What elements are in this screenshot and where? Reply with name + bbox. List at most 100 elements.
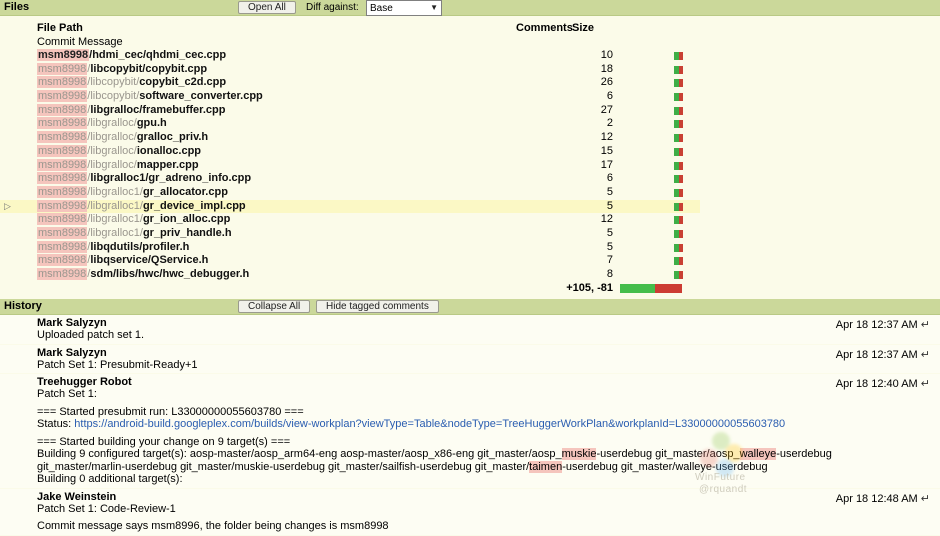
file-path-name: libcopybit/copybit.cpp bbox=[90, 63, 207, 75]
history-text: Status: bbox=[37, 418, 74, 430]
history-text: Patch Set 1: Presubmit-Ready+1 bbox=[37, 359, 198, 371]
diff-against-select-wrap: Base ▼ bbox=[366, 0, 442, 16]
file-row[interactable]: msm8998/libgralloc1/gr_allocator.cpp 5 bbox=[0, 186, 700, 200]
file-row[interactable]: msm8998/libgralloc1/gr_adreno_info.cpp 6 bbox=[0, 172, 700, 186]
file-size-bar bbox=[674, 66, 683, 74]
permalink-icon[interactable]: ↵ bbox=[921, 349, 930, 361]
file-deletions-bar bbox=[679, 189, 683, 197]
history-message: Patch Set 1:=== Started presubmit run: L… bbox=[0, 388, 940, 486]
file-size-bar bbox=[674, 162, 683, 170]
file-deletions-bar bbox=[679, 66, 683, 74]
file-comments-count: 7 bbox=[516, 254, 613, 268]
history-timestamp-text: Apr 18 12:40 AM bbox=[836, 378, 918, 390]
file-deletions-bar bbox=[679, 257, 683, 265]
file-path-name: gralloc_priv.h bbox=[137, 131, 208, 143]
search-match-highlight: taimen bbox=[529, 461, 562, 473]
search-match-highlight: msm8998 bbox=[37, 213, 87, 225]
file-row[interactable]: msm8998/sdm/libs/hwc/hwc_debugger.h 8 bbox=[0, 268, 700, 282]
permalink-icon[interactable]: ↵ bbox=[921, 319, 930, 331]
file-comments-count: 5 bbox=[516, 186, 613, 200]
file-path-name: libgralloc/framebuffer.cpp bbox=[90, 104, 225, 116]
file-table-column-headers: File Path Comments Size bbox=[0, 15, 700, 36]
file-size-bar bbox=[674, 134, 683, 142]
history-timestamp-text: Apr 18 12:37 AM bbox=[836, 349, 918, 361]
file-row[interactable]: msm8998/libgralloc/framebuffer.cpp 27 bbox=[0, 104, 700, 118]
history-message-line: Building 0 additional target(s): bbox=[37, 473, 912, 486]
file-row[interactable]: msm8998/libqservice/QService.h 7 bbox=[0, 254, 700, 268]
history-timestamp: Apr 18 12:37 AM ↵ bbox=[836, 318, 930, 331]
file-path-name: gr_allocator.cpp bbox=[143, 186, 228, 198]
file-deletions-bar bbox=[679, 230, 683, 238]
history-text: === Started building your change on 9 ta… bbox=[37, 436, 290, 448]
file-path-name: gr_priv_handle.h bbox=[143, 227, 232, 239]
permalink-icon[interactable]: ↵ bbox=[921, 493, 930, 505]
file-path-link[interactable]: msm8998/libgralloc/gralloc_priv.h bbox=[37, 131, 208, 145]
history-message-line: Commit message says msm8996, the folder … bbox=[37, 520, 912, 533]
file-row[interactable]: ▷ msm8998/libgralloc1/gr_device_impl.cpp… bbox=[0, 200, 700, 214]
file-size-bar bbox=[674, 230, 683, 238]
build-status-link[interactable]: https://android-build.googleplex.com/bui… bbox=[74, 418, 785, 430]
file-row[interactable]: msm8998/libgralloc/ionalloc.cpp 15 bbox=[0, 145, 700, 159]
permalink-icon[interactable]: ↵ bbox=[921, 378, 930, 390]
file-path-link[interactable]: msm8998/libgralloc1/gr_ion_alloc.cpp bbox=[37, 213, 230, 227]
file-path-name: /hdmi_cec/qhdmi_cec.cpp bbox=[89, 49, 226, 61]
commit-message-link[interactable]: Commit Message bbox=[37, 36, 123, 48]
file-path-common-prefix: /libcopybit/ bbox=[87, 76, 139, 88]
search-match-highlight: msm8998 bbox=[37, 227, 87, 239]
file-list-table: File Path Comments Size Commit Message m… bbox=[0, 15, 700, 296]
file-row[interactable]: msm8998/libqdutils/profiler.h 5 bbox=[0, 241, 700, 255]
file-path-link[interactable]: msm8998/libqdutils/profiler.h bbox=[37, 241, 189, 255]
file-size-bar bbox=[674, 93, 683, 101]
history-author: Treehugger Robot bbox=[37, 376, 940, 388]
file-comments-count: 5 bbox=[516, 241, 613, 255]
file-comments-count: 15 bbox=[516, 145, 613, 159]
file-path-link[interactable]: msm8998/libgralloc/ionalloc.cpp bbox=[37, 145, 201, 159]
file-path-link[interactable]: msm8998/libgralloc1/gr_device_impl.cpp bbox=[37, 200, 246, 214]
hide-tagged-comments-button[interactable]: Hide tagged comments bbox=[316, 300, 439, 313]
file-row[interactable]: msm8998/libgralloc/gpu.h 2 bbox=[0, 117, 700, 131]
file-path-link[interactable]: msm8998/libcopybit/copybit_c2d.cpp bbox=[37, 76, 226, 90]
commit-message-row[interactable]: Commit Message bbox=[0, 36, 700, 49]
file-row[interactable]: msm8998/libcopybit/software_converter.cp… bbox=[0, 90, 700, 104]
file-size-bar bbox=[674, 244, 683, 252]
file-size-bar bbox=[674, 52, 683, 60]
file-path-link[interactable]: msm8998/libgralloc/framebuffer.cpp bbox=[37, 104, 225, 118]
file-row[interactable]: msm8998/libcopybit/copybit_c2d.cpp 26 bbox=[0, 76, 700, 90]
open-all-button[interactable]: Open All bbox=[238, 1, 296, 14]
file-size-bar bbox=[674, 203, 683, 211]
file-path-link[interactable]: msm8998/hdmi_cec/qhdmi_cec.cpp bbox=[37, 49, 226, 63]
history-message-line: === Started presubmit run: L330000000556… bbox=[37, 406, 912, 419]
file-path-link[interactable]: msm8998/libgralloc/gpu.h bbox=[37, 117, 167, 131]
selected-row-pointer-icon: ▷ bbox=[4, 200, 11, 214]
file-path-link[interactable]: msm8998/libgralloc1/gr_allocator.cpp bbox=[37, 186, 228, 200]
file-row[interactable]: msm8998/libgralloc/mapper.cpp 17 bbox=[0, 159, 700, 173]
file-deletions-bar bbox=[679, 107, 683, 115]
file-path-link[interactable]: msm8998/libcopybit/software_converter.cp… bbox=[37, 90, 263, 104]
file-size-bar bbox=[674, 216, 683, 224]
collapse-all-button[interactable]: Collapse All bbox=[238, 300, 310, 313]
history-message-line: === Started building your change on 9 ta… bbox=[37, 436, 912, 449]
file-path-common-prefix: /libgralloc1/ bbox=[87, 227, 143, 239]
history-message-line: Patch Set 1: Code-Review-1 bbox=[37, 503, 912, 516]
file-path-link[interactable]: msm8998/libqservice/QService.h bbox=[37, 254, 208, 268]
total-deletions-bar bbox=[655, 284, 682, 293]
file-path-link[interactable]: msm8998/libgralloc1/gr_priv_handle.h bbox=[37, 227, 232, 241]
search-match-highlight: msm8998 bbox=[37, 241, 87, 253]
file-path-link[interactable]: msm8998/sdm/libs/hwc/hwc_debugger.h bbox=[37, 268, 249, 282]
file-row[interactable]: msm8998/libgralloc1/gr_ion_alloc.cpp 12 bbox=[0, 213, 700, 227]
file-comments-count: 6 bbox=[516, 172, 613, 186]
file-path-link[interactable]: msm8998/libcopybit/copybit.cpp bbox=[37, 63, 207, 77]
file-deletions-bar bbox=[679, 120, 683, 128]
file-row[interactable]: msm8998/libgralloc1/gr_priv_handle.h 5 bbox=[0, 227, 700, 241]
file-path-link[interactable]: msm8998/libgralloc1/gr_adreno_info.cpp bbox=[37, 172, 251, 186]
file-row[interactable]: msm8998/hdmi_cec/qhdmi_cec.cpp 10 bbox=[0, 49, 700, 63]
history-message: Uploaded patch set 1. bbox=[0, 329, 940, 342]
file-path-common-prefix: /libgralloc1/ bbox=[87, 200, 143, 212]
file-row[interactable]: msm8998/libgralloc/gralloc_priv.h 12 bbox=[0, 131, 700, 145]
search-match-highlight: msm8998 bbox=[37, 76, 87, 88]
file-path-link[interactable]: msm8998/libgralloc/mapper.cpp bbox=[37, 159, 199, 173]
file-row[interactable]: msm8998/libcopybit/copybit.cpp 18 bbox=[0, 63, 700, 77]
search-match-highlight: msm8998 bbox=[37, 268, 87, 280]
file-size-bar bbox=[674, 189, 683, 197]
diff-against-select[interactable]: Base bbox=[367, 1, 441, 15]
